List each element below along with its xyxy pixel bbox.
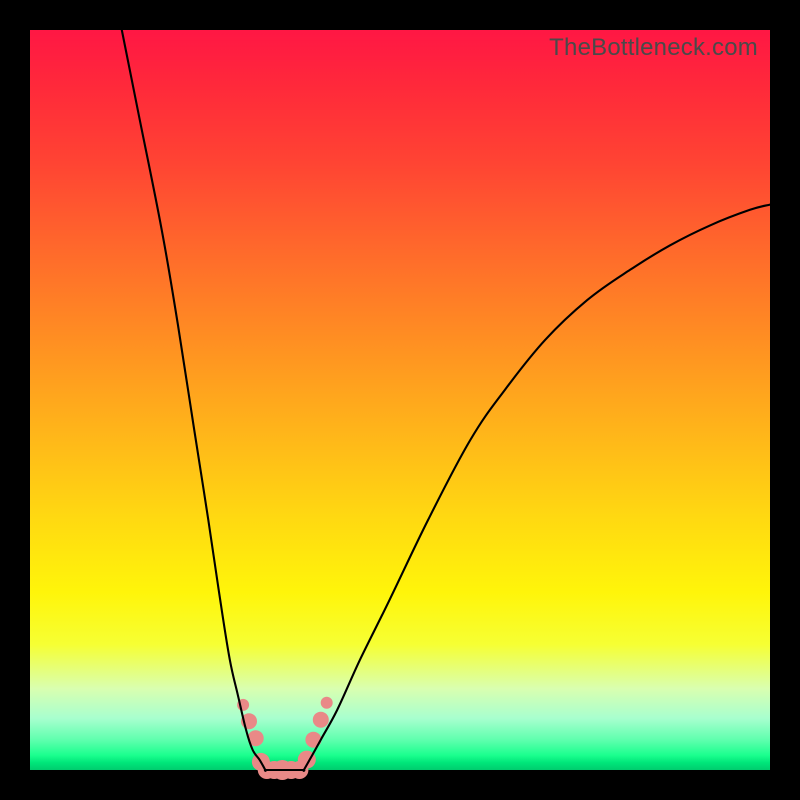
data-marker — [313, 712, 329, 728]
chart-svg — [30, 30, 770, 770]
data-marker — [321, 697, 333, 709]
bottleneck-curve — [122, 30, 770, 771]
marker-layer — [237, 697, 333, 780]
chart-frame: TheBottleneck.com — [0, 0, 800, 800]
data-marker — [305, 732, 321, 748]
plot-area: TheBottleneck.com — [30, 30, 770, 770]
